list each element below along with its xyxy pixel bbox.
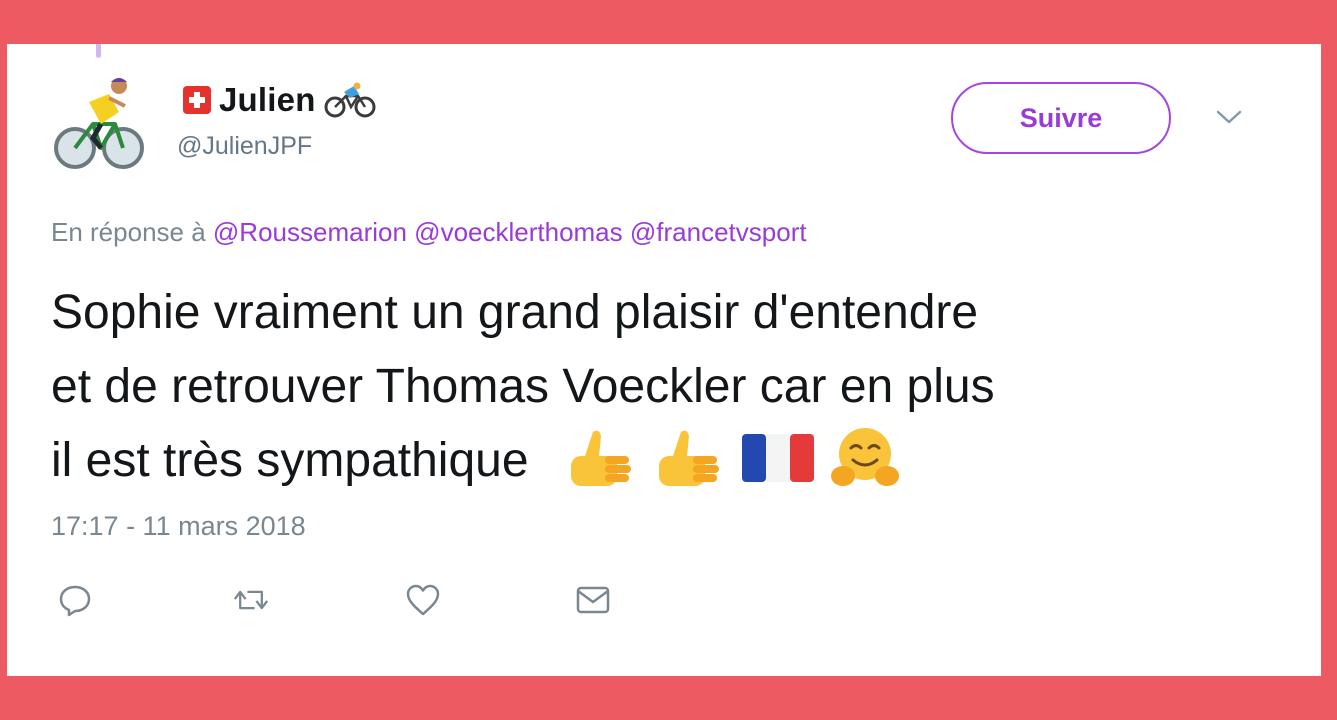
- message-icon: [576, 586, 610, 614]
- message-button[interactable]: [575, 582, 611, 618]
- reply-context: En réponse à @Roussemarion @voecklerthom…: [51, 217, 807, 248]
- tweet-line: et de retrouver Thomas Voeckler car en p…: [51, 360, 995, 413]
- decorative-tick: [96, 44, 101, 58]
- display-name[interactable]: Julien: [219, 81, 316, 119]
- tweet-timestamp[interactable]: 17:17 - 11 mars 2018: [51, 511, 306, 542]
- reply-button[interactable]: [57, 582, 93, 618]
- tweet-text: Sophie vraiment un grand plaisir d'enten…: [51, 276, 1271, 498]
- thumbs-up-icon: [571, 430, 632, 487]
- like-button[interactable]: [405, 582, 441, 618]
- tweet-line: il est très sympathique: [51, 434, 529, 487]
- reply-prefix: En réponse à: [51, 217, 206, 247]
- tweet-card: Julien @JulienJPF Suivre En réponse à @R…: [7, 44, 1321, 676]
- france-flag-icon: [741, 434, 814, 483]
- retweet-icon: [233, 590, 269, 610]
- user-handle[interactable]: @JulienJPF: [177, 132, 312, 161]
- like-icon: [406, 584, 440, 616]
- user-name-row[interactable]: Julien: [183, 80, 376, 120]
- swiss-flag-icon: [183, 86, 211, 114]
- follow-button[interactable]: Suivre: [951, 82, 1171, 154]
- avatar[interactable]: [53, 72, 145, 172]
- reply-icon: [59, 585, 91, 617]
- mention-link[interactable]: @francetvsport: [630, 217, 807, 247]
- mention-link[interactable]: @Roussemarion: [213, 217, 407, 247]
- cyclist-icon: [324, 82, 376, 118]
- tweet-line: Sophie vraiment un grand plaisir d'enten…: [51, 286, 979, 339]
- chevron-down-icon[interactable]: [1215, 106, 1243, 128]
- mention-link[interactable]: @voecklerthomas: [414, 217, 622, 247]
- thumbs-up-icon: [658, 430, 719, 487]
- retweet-button[interactable]: [233, 582, 269, 618]
- hugging-face-icon: [831, 428, 900, 487]
